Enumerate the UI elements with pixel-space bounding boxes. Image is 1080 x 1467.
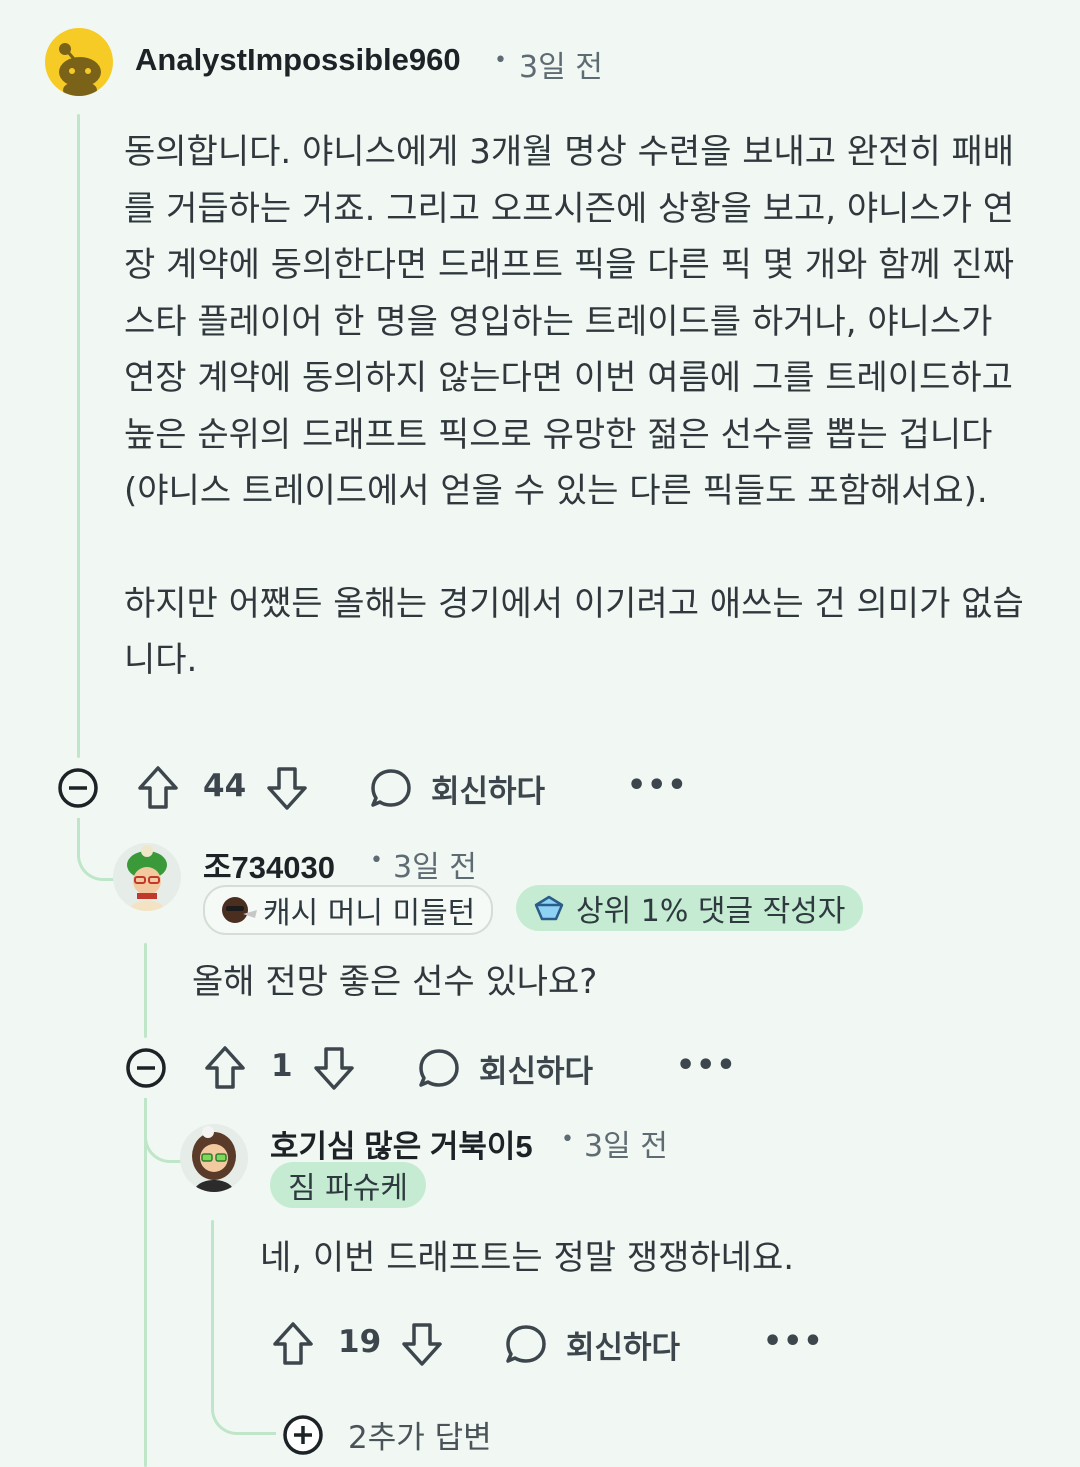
user-flair: 짐 파슈케 <box>270 1162 426 1208</box>
more-replies-label: 2추가 답변 <box>348 1420 492 1456</box>
comment-paragraph: 동의합니다. 야니스에게 3개월 명상 수련을 보내고 완전히 패배를 거듭하는… <box>124 132 1015 511</box>
speech-bubble-icon <box>371 768 411 807</box>
username[interactable]: 호기심 많은 거북이5 <box>270 1121 533 1166</box>
more-replies-button[interactable]: 2추가 답변 <box>282 1412 492 1457</box>
reply-button[interactable]: 회신하다 <box>369 766 545 811</box>
arrow-up-icon <box>138 766 178 809</box>
collapse-minus-icon <box>126 1048 166 1088</box>
reply-button[interactable]: 회신하다 <box>417 1046 593 1091</box>
snoo-avatar-icon <box>59 43 101 96</box>
timestamp: 3일 전 <box>393 850 477 885</box>
avatar[interactable] <box>113 843 181 911</box>
arrow-up-icon <box>205 1046 245 1089</box>
comment-paragraph: 하지만 어쨌든 올해는 경기에서 이기려고 애쓰는 건 의미가 없습니다. <box>124 583 1024 681</box>
arrow-down-icon <box>314 1047 354 1090</box>
top-commenter-badge: 상위 1% 댓글 작성자 <box>516 885 864 931</box>
downvote-button[interactable] <box>312 1045 356 1091</box>
user-avatar-icon <box>192 1126 236 1192</box>
username[interactable]: AnalystImpossible960 <box>135 42 461 78</box>
expand-plus-icon <box>283 1414 323 1455</box>
vote-count: 1 <box>271 1048 293 1084</box>
flair-label: 짐 파슈케 <box>288 1171 408 1206</box>
vote-count: 19 <box>338 1324 382 1360</box>
speech-bubble-icon <box>419 1048 459 1087</box>
reply-label: 회신하다 <box>479 1054 594 1090</box>
separator-dot: • <box>561 1127 574 1152</box>
arrow-down-icon <box>267 767 307 810</box>
comment-paragraph: 올해 전망 좋은 선수 있나요? <box>192 962 598 1002</box>
user-flair: 캐시 머니 미들턴 <box>203 885 494 935</box>
more-options-button[interactable]: ••• <box>676 1048 737 1083</box>
downvote-button[interactable] <box>400 1321 444 1367</box>
comment-body: 동의합니다. 야니스에게 3개월 명상 수련을 보내고 완전히 패배를 거듭하는… <box>124 124 1029 689</box>
collapse-button[interactable] <box>125 1047 167 1089</box>
collapse-minus-icon <box>58 768 98 808</box>
arrow-down-icon <box>402 1323 442 1366</box>
flair-label: 캐시 머니 미들턴 <box>263 896 476 931</box>
comment-body: 올해 전망 좋은 선수 있나요? <box>192 954 1042 1011</box>
reply-label: 회신하다 <box>566 1330 681 1366</box>
flair-label: 상위 1% 댓글 작성자 <box>576 894 846 929</box>
more-options-button[interactable]: ••• <box>763 1324 824 1359</box>
reply-label: 회신하다 <box>431 774 546 810</box>
thread-line[interactable] <box>211 1220 214 1370</box>
arrow-up-icon <box>273 1322 313 1365</box>
thread-line[interactable] <box>144 943 147 1038</box>
avatar[interactable] <box>45 28 113 96</box>
username[interactable]: 조734030 <box>203 842 335 887</box>
thread-line[interactable] <box>77 114 80 758</box>
user-avatar-icon <box>127 845 167 911</box>
comment-body: 네, 이번 드래프트는 정말 쟁쟁하네요. <box>260 1230 1050 1287</box>
upvote-button[interactable] <box>271 1321 315 1367</box>
collapse-button[interactable] <box>57 767 99 809</box>
thread-line <box>144 1098 147 1467</box>
separator-dot: • <box>494 48 507 73</box>
more-options-button[interactable]: ••• <box>627 768 688 803</box>
timestamp: 3일 전 <box>519 50 603 85</box>
downvote-button[interactable] <box>265 765 309 811</box>
upvote-button[interactable] <box>203 1045 247 1091</box>
thread-connector <box>211 1368 276 1435</box>
comment-paragraph: 네, 이번 드래프트는 정말 쟁쟁하네요. <box>260 1238 795 1278</box>
separator-dot: • <box>370 848 383 873</box>
top-commenter-icon <box>534 895 564 921</box>
middleton-face-icon <box>222 897 257 923</box>
timestamp: 3일 전 <box>584 1129 668 1164</box>
upvote-button[interactable] <box>136 765 180 811</box>
reply-button[interactable]: 회신하다 <box>504 1322 680 1367</box>
avatar[interactable] <box>180 1124 248 1192</box>
speech-bubble-icon <box>506 1324 546 1363</box>
vote-count: 44 <box>203 768 247 804</box>
